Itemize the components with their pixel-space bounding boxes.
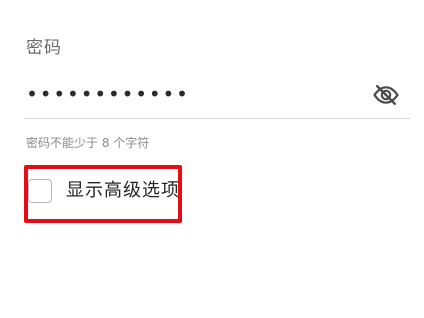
password-helper-text: 密码不能少于 8 个字符 xyxy=(26,136,150,150)
eye-off-icon xyxy=(373,85,399,105)
advanced-options-label: 显示高级选项 xyxy=(66,180,180,201)
advanced-options-checkbox-row[interactable]: 显示高级选项 xyxy=(28,176,180,206)
password-input[interactable]: •••••••••••• xyxy=(26,82,190,106)
password-form: 密码 •••••••••••• 密码不能少于 8 个字符 显示高级选项 xyxy=(0,0,424,318)
password-field-underline xyxy=(24,118,410,119)
password-label: 密码 xyxy=(26,38,62,58)
advanced-options-checkbox[interactable] xyxy=(28,179,52,203)
toggle-password-visibility-button[interactable] xyxy=(370,81,402,109)
password-field[interactable]: •••••••••••• xyxy=(26,76,410,116)
